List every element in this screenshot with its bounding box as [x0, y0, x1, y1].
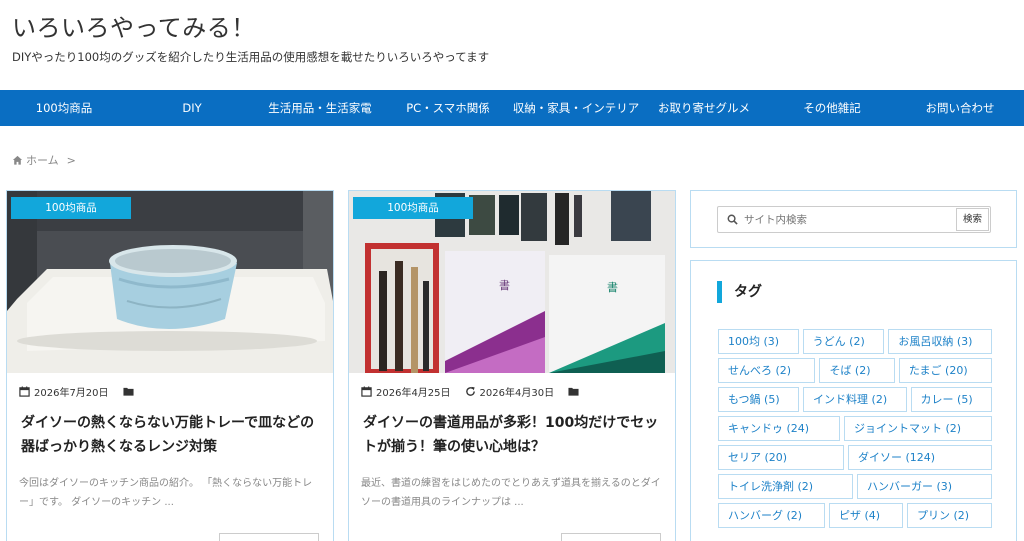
post-thumbnail[interactable]: 100均商品: [7, 191, 333, 373]
nav-item-diy[interactable]: DIY: [128, 90, 256, 126]
post-card[interactable]: 書 書 100均商品 2026年4月25日 2026年4月30日 ダイソーの書道…: [348, 190, 676, 541]
nav-item-daily-goods[interactable]: 生活用品・生活家電: [256, 90, 384, 126]
nav-item-contact[interactable]: お問い合わせ: [896, 90, 1024, 126]
sidebar-tag-widget: タグ 100均 (3) うどん (2) お風呂収納 (3) せんべろ (2) そ…: [690, 260, 1017, 541]
svg-text:書: 書: [499, 278, 510, 292]
post-date: 2026年4月25日: [376, 388, 451, 399]
tag-link[interactable]: セリア (20): [718, 445, 844, 470]
tag-link[interactable]: ハンバーガー (3): [857, 474, 992, 499]
tag-link[interactable]: キャンドゥ (24): [718, 416, 840, 441]
refresh-icon: [465, 386, 475, 396]
tag-link[interactable]: インド料理 (2): [803, 387, 907, 412]
site-description: DIYやったり100均のグッズを紹介したり生活用品の使用感想を載せたりいろいろや…: [12, 50, 490, 64]
tag-link[interactable]: プリン (2): [907, 503, 992, 528]
tag-link[interactable]: もつ鍋 (5): [718, 387, 800, 412]
breadcrumb-home[interactable]: ホーム: [26, 152, 59, 168]
tag-link[interactable]: お風呂収納 (3): [888, 329, 993, 354]
folder-icon: [568, 387, 579, 396]
tag-link[interactable]: うどん (2): [802, 329, 885, 354]
post-date: 2026年7月20日: [34, 388, 109, 399]
post-updated-date: 2026年4月30日: [479, 388, 555, 399]
calendar-icon: [19, 386, 30, 397]
post-excerpt: 最近、書道の練習をはじめたのでとりあえず道具を揃えるのとダイソーの書道用具のライ…: [361, 478, 661, 508]
tag-link[interactable]: そば (2): [819, 358, 895, 383]
nav-item-storage[interactable]: 収納・家具・インテリア: [512, 90, 640, 126]
search-icon: [727, 214, 738, 225]
post-meta: 2026年4月25日 2026年4月30日: [361, 384, 579, 399]
home-icon: [12, 155, 23, 165]
breadcrumb: ホーム >: [12, 152, 76, 168]
post-meta: 2026年7月20日: [19, 384, 134, 399]
tag-link[interactable]: 100均 (3): [718, 329, 799, 354]
nav-item-gourmet[interactable]: お取り寄せグルメ: [640, 90, 768, 126]
tag-heading: タグ: [717, 281, 762, 303]
search-button[interactable]: 検索: [956, 208, 989, 231]
nav-item-misc[interactable]: その他雑記: [768, 90, 896, 126]
read-more-button[interactable]: [561, 533, 661, 541]
global-nav: 100均商品 DIY 生活用品・生活家電 PC・スマホ関係 収納・家具・インテリ…: [0, 90, 1024, 126]
post-title[interactable]: ダイソーの書道用品が多彩！100均だけでセットが揃う！筆の使い心地は？: [363, 411, 663, 459]
search-input[interactable]: [744, 208, 954, 231]
tag-cloud: 100均 (3) うどん (2) お風呂収納 (3) せんべろ (2) そば (…: [718, 329, 993, 528]
nav-item-100kin[interactable]: 100均商品: [0, 90, 128, 126]
nav-item-pc-smartphone[interactable]: PC・スマホ関係: [384, 90, 512, 126]
sidebar-search-widget: 検索: [690, 190, 1017, 248]
folder-icon: [123, 387, 134, 396]
tag-link[interactable]: せんべろ (2): [718, 358, 816, 383]
post-excerpt: 今回はダイソーのキッチン商品の紹介。 「熱くならない万能トレー」です。 ダイソー…: [19, 478, 313, 508]
post-title[interactable]: ダイソーの熱くならない万能トレーで皿などの器ばっかり熱くなるレンジ対策: [21, 411, 321, 459]
post-card[interactable]: 100均商品 2026年7月20日 ダイソーの熱くならない万能トレーで皿などの器…: [6, 190, 334, 541]
tag-link[interactable]: ハンバーグ (2): [718, 503, 825, 528]
tag-link[interactable]: ピザ (4): [829, 503, 903, 528]
site-title[interactable]: いろいろやってみる！: [12, 8, 256, 43]
tag-link[interactable]: ダイソー (124): [848, 445, 992, 470]
category-label[interactable]: 100均商品: [353, 197, 473, 219]
post-thumbnail[interactable]: 書 書 100均商品: [349, 191, 675, 373]
tag-link[interactable]: トイレ洗浄剤 (2): [718, 474, 853, 499]
svg-text:書: 書: [607, 280, 618, 294]
tag-link[interactable]: たまご (20): [898, 358, 992, 383]
site-header: いろいろやってみる！ DIYやったり100均のグッズを紹介したり生活用品の使用感…: [0, 0, 1024, 90]
search-form: 検索: [717, 206, 991, 233]
read-more-button[interactable]: [219, 533, 319, 541]
breadcrumb-separator: >: [66, 153, 76, 167]
calendar-icon: [361, 386, 372, 397]
tag-link[interactable]: ジョイントマット (2): [844, 416, 992, 441]
tag-link[interactable]: カレー (5): [910, 387, 993, 412]
category-label[interactable]: 100均商品: [11, 197, 131, 219]
